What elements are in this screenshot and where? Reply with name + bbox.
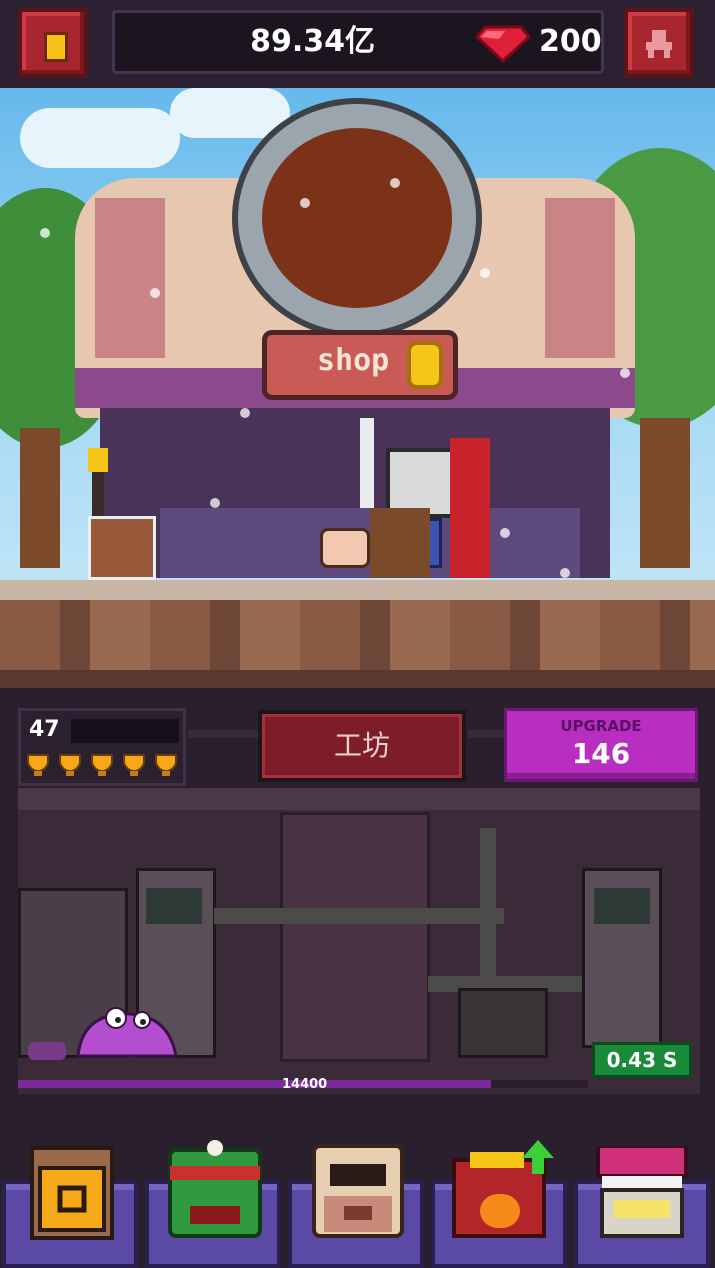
workshop-room[interactable]: 0.43 S 14400 [18, 788, 700, 1094]
snowflake [620, 368, 630, 378]
chain-icon [468, 730, 504, 738]
snowflake [390, 178, 400, 188]
level-progress-bar [71, 719, 179, 743]
rate-text: 0.43 S [606, 1048, 678, 1072]
pig-body [370, 508, 430, 578]
frog-hero-icon [168, 1140, 262, 1238]
snowflake [150, 288, 160, 298]
upgrade-label: UPGRADE [560, 717, 642, 735]
snowflake [210, 498, 220, 508]
production-rate: 0.43 S [592, 1042, 692, 1078]
upgrade-button[interactable]: UPGRADE 146 [504, 708, 698, 782]
lantern-flame-icon [88, 448, 108, 472]
game-scene[interactable]: shop [0, 88, 715, 688]
profile-button[interactable] [624, 8, 694, 78]
backpack-icon [30, 1146, 114, 1240]
trophy-icon [121, 753, 147, 777]
pig-head [320, 528, 370, 568]
level-box: 47 [18, 708, 186, 786]
small-slime [28, 1042, 66, 1060]
menu-button[interactable] [18, 8, 88, 78]
chain-icon [188, 730, 258, 738]
monster-hero-icon [312, 1144, 404, 1238]
snowflake [40, 228, 50, 238]
roof-stripe [95, 198, 165, 358]
workshop-title: 工坊 [333, 729, 390, 762]
back-door [280, 812, 430, 1062]
snowflake [300, 198, 310, 208]
progress-value: 14400 [282, 1077, 328, 1092]
cloud [20, 108, 180, 168]
red-cape [450, 438, 490, 578]
machine-screen [594, 888, 650, 924]
trophy-icon [153, 753, 179, 777]
top-bar: 89.34亿 200 [0, 0, 715, 88]
trophy-icon [25, 753, 51, 777]
tree-trunk [640, 418, 690, 568]
book-icon [44, 32, 68, 62]
purple-slime [76, 1007, 178, 1058]
ceiling-beam [18, 788, 700, 810]
gold-amount: 89.34亿 [250, 24, 375, 59]
pipe-junction [458, 988, 548, 1058]
resource-panel: 89.34亿 200 [112, 10, 604, 74]
workshop-title-plate: 工坊 [258, 710, 466, 782]
workshop-header: 47 工坊 UPGRADE 146 [18, 708, 700, 786]
snowflake [240, 408, 250, 418]
store-icon [596, 1146, 688, 1238]
sword-icon [360, 418, 374, 508]
gem-count: 200 [539, 24, 602, 59]
snowflake [560, 568, 570, 578]
ground-top [0, 580, 715, 600]
bottom-nav [0, 1140, 715, 1268]
workshop-level: 47 [29, 717, 60, 742]
shop-sign[interactable]: shop [262, 330, 458, 400]
snowflake [500, 528, 510, 538]
ground-rocks [0, 600, 715, 670]
wooden-crate [88, 516, 156, 580]
machine-screen [146, 888, 202, 924]
snowflake [480, 268, 490, 278]
roof-stripe [545, 198, 615, 358]
coin-icon [407, 341, 443, 389]
tree-trunk [20, 428, 60, 568]
pipe [480, 828, 496, 988]
shop-ring-center [262, 128, 452, 308]
ruby-gem-icon [475, 25, 531, 63]
trophy-icon [57, 753, 83, 777]
progress-fill [18, 1080, 492, 1088]
forge-upgrade-icon [452, 1140, 554, 1238]
shop-sign-text: shop [317, 343, 390, 378]
character-icon [646, 30, 672, 58]
pipe [214, 908, 504, 924]
upgrade-cost: 146 [571, 737, 631, 770]
trophy-icon [89, 753, 115, 777]
